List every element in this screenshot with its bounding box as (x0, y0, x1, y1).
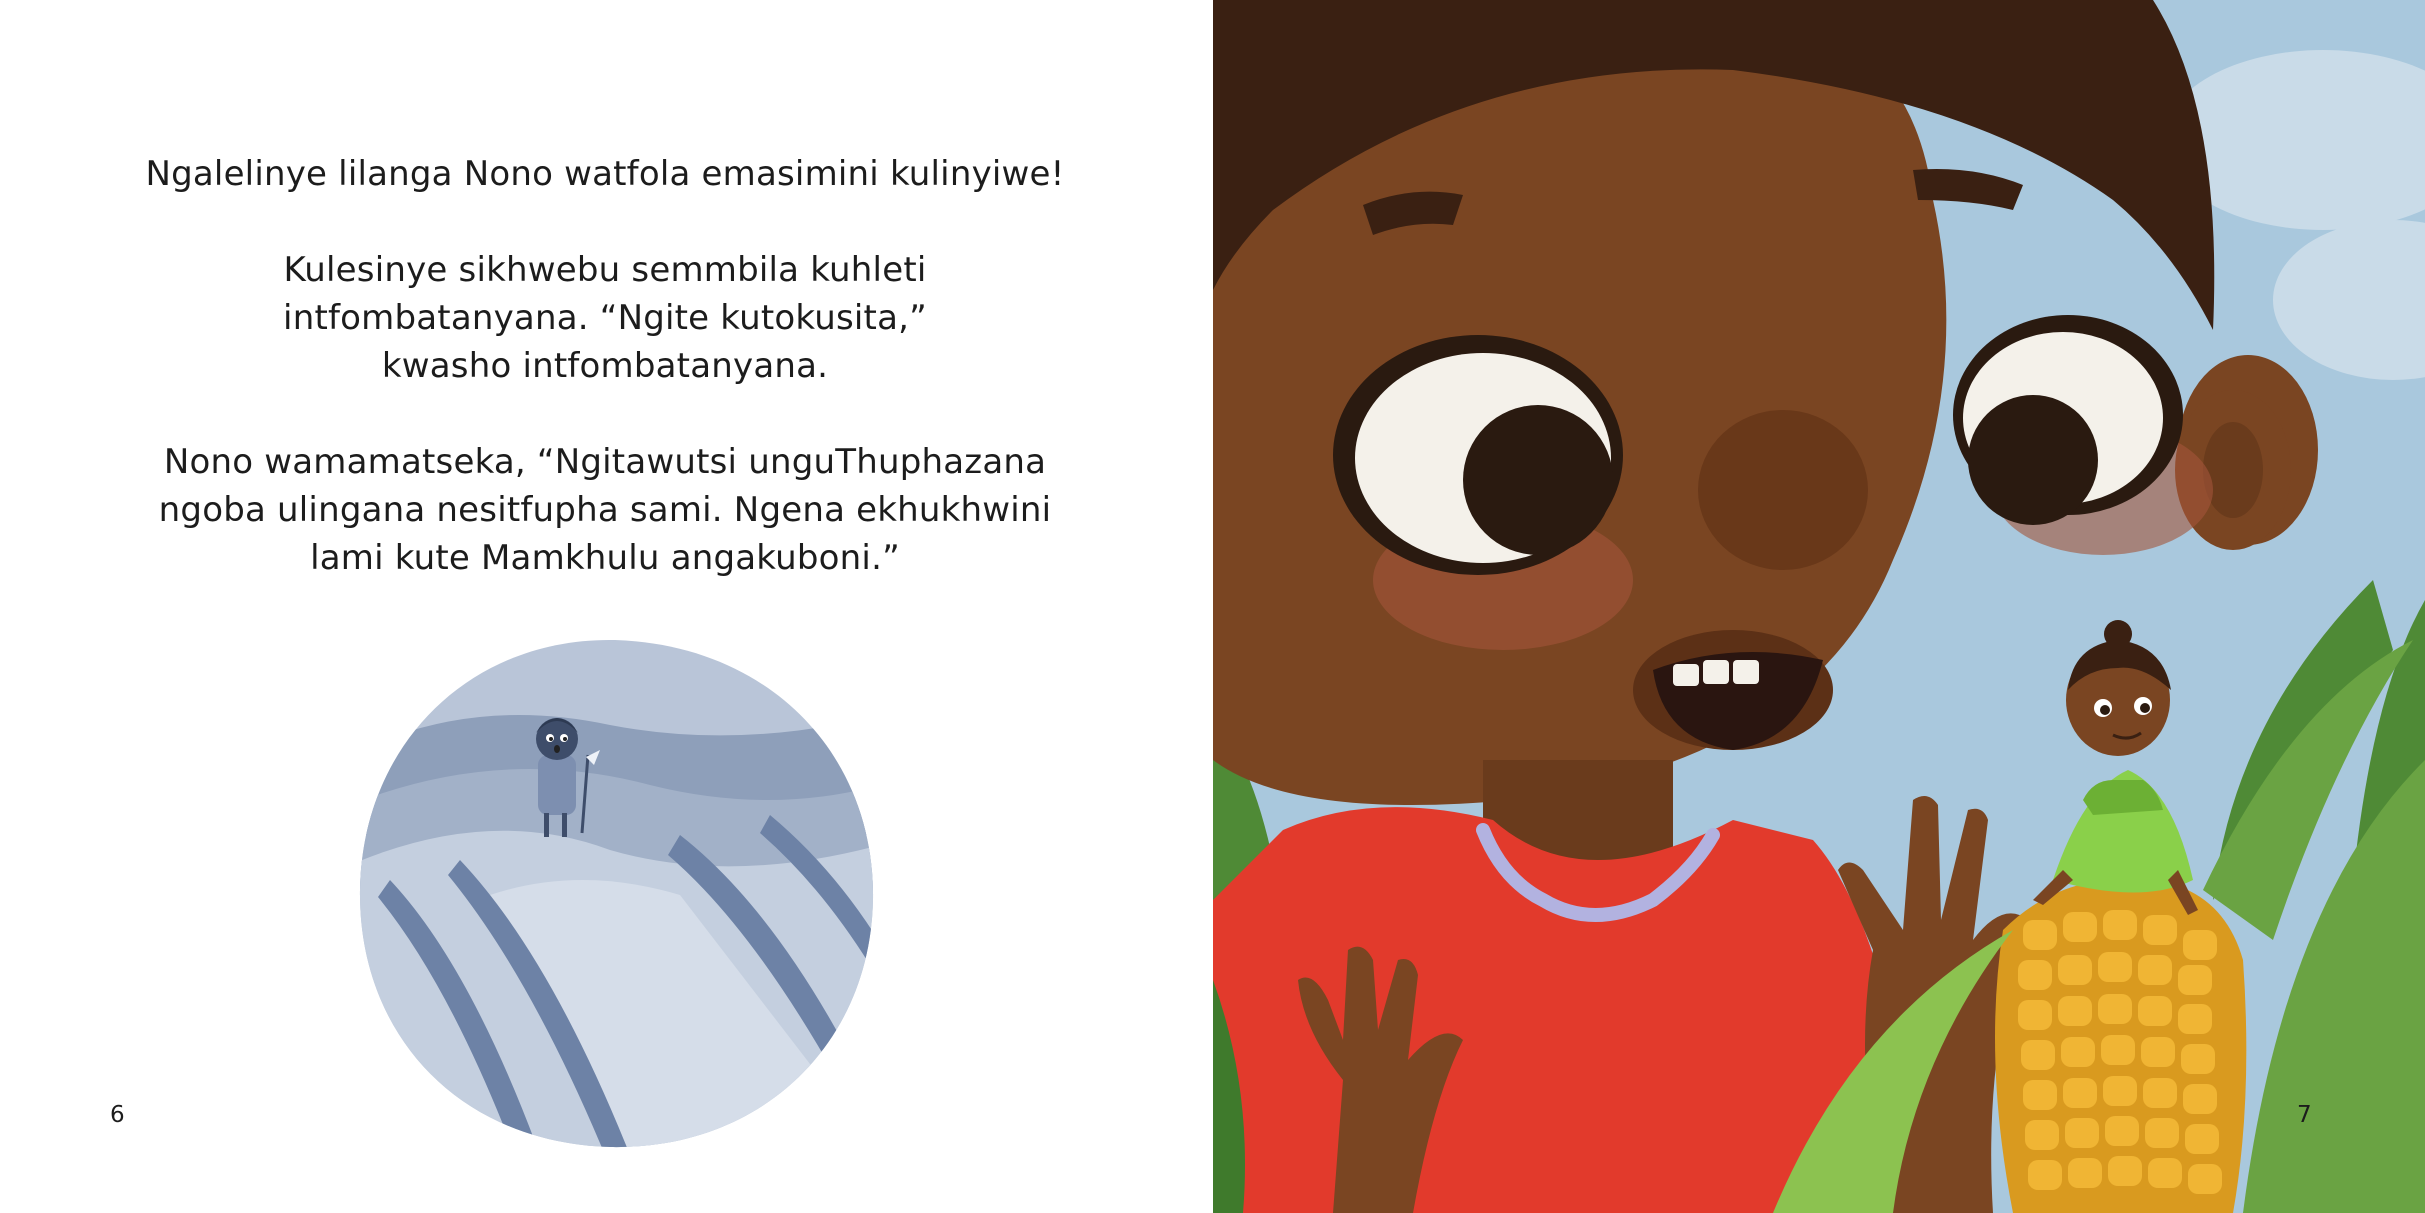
field-vignette-illustration (359, 639, 874, 1148)
left-page: Ngalelinye lilanga Nono watfola emasimin… (0, 0, 1213, 1213)
right-page: 7 (1213, 0, 2425, 1213)
text-line: Ngalelinye lilanga Nono watfola emasimin… (145, 154, 1065, 194)
paragraph-2: Kulesinye sikhwebu semmbila kuhleti intf… (60, 246, 1150, 390)
story-text: Ngalelinye lilanga Nono watfola emasimin… (60, 150, 1150, 630)
paragraph-1: Ngalelinye lilanga Nono watfola emasimin… (60, 150, 1150, 198)
page-number-left: 6 (110, 1102, 125, 1128)
page-number-right: 7 (2297, 1102, 2312, 1128)
text-line: Nono wamamatseka, “Ngitawutsi unguThupha… (163, 442, 1047, 482)
corn-cob (1995, 878, 2247, 1213)
paragraph-3: Nono wamamatseka, “Ngitawutsi unguThupha… (60, 438, 1150, 582)
text-line: intfombatanyana. “Ngite kutokusita,” (283, 298, 927, 338)
boy-mouth (1633, 630, 1833, 750)
text-line: Kulesinye sikhwebu semmbila kuhleti (283, 250, 927, 290)
text-line: ngoba ulingana nesitfupha sami. Ngena ek… (158, 490, 1052, 530)
boy-eye-left (1333, 335, 1623, 575)
text-line: lami kute Mamkhulu angakuboni.” (310, 538, 900, 578)
text-line: kwasho intfombatanyana. (381, 346, 829, 386)
story-illustration (1213, 0, 2425, 1213)
